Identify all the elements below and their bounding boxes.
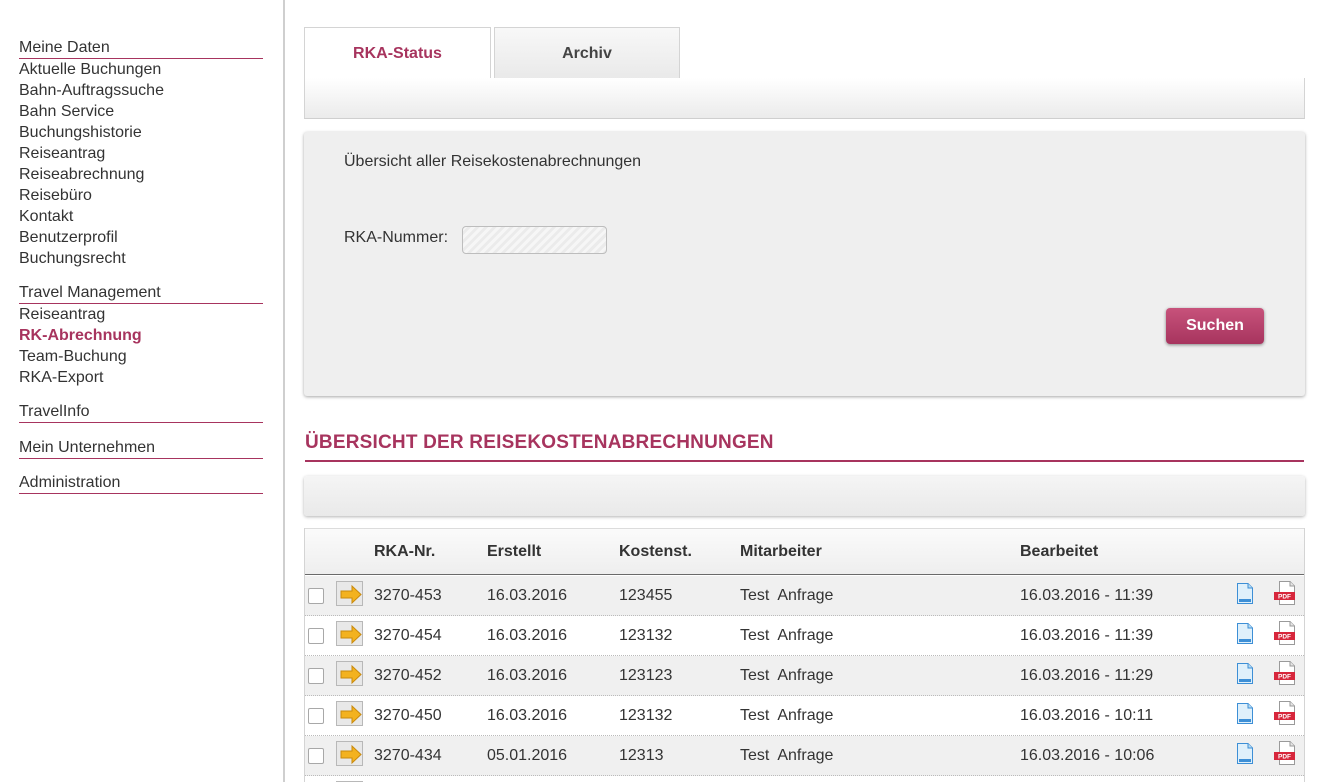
- cell-mitarbeiter: Test Anfrage: [740, 747, 834, 764]
- sidebar-section-mein-unternehmen[interactable]: Mein Unternehmen: [19, 439, 263, 459]
- row-checkbox[interactable]: [308, 748, 324, 764]
- document-icon[interactable]: [1237, 623, 1253, 644]
- cell-erstellt: 16.03.2016: [487, 587, 568, 604]
- pdf-icon[interactable]: PDF: [1273, 661, 1297, 685]
- document-icon[interactable]: [1237, 743, 1253, 764]
- svg-text:PDF: PDF: [1278, 634, 1291, 641]
- sidebar-item-reiseantrag[interactable]: Reiseantrag: [19, 144, 105, 164]
- table-row[interactable]: 3270-453 16.03.2016 123455 Test Anfrage 16.0…: [305, 576, 1304, 616]
- cell-kostenst: 12313: [619, 747, 664, 764]
- tab-rka-status[interactable]: RKA-Status: [304, 27, 491, 79]
- overview-title: ÜBERSICHT DER REISEKOSTENABRECHNUNGEN: [305, 432, 1304, 462]
- cell-rka-nr: 3270-450: [374, 707, 442, 724]
- sidebar-item-benutzerprofil[interactable]: Benutzerprofil: [19, 228, 118, 248]
- arrow-right-icon[interactable]: [336, 661, 363, 686]
- svg-text:PDF: PDF: [1278, 594, 1291, 601]
- sidebar-item-bahn-auftragssuche[interactable]: Bahn-Auftragssuche: [19, 81, 164, 101]
- sidebar-item-buchungshistorie[interactable]: Buchungshistorie: [19, 123, 142, 143]
- row-checkbox[interactable]: [308, 628, 324, 644]
- pdf-icon[interactable]: PDF: [1273, 621, 1297, 645]
- rka-number-label: RKA-Nummer:: [344, 229, 449, 246]
- sidebar-item-tm-reiseantrag[interactable]: Reiseantrag: [19, 305, 105, 325]
- svg-text:PDF: PDF: [1278, 754, 1291, 761]
- sidebar-item-kontakt[interactable]: Kontakt: [19, 207, 73, 227]
- sidebar-section-travel-management[interactable]: Travel Management: [19, 284, 263, 304]
- sidebar-section-travelinfo[interactable]: TravelInfo: [19, 403, 263, 423]
- document-icon[interactable]: [1237, 583, 1253, 604]
- cell-rka-nr: 3270-452: [374, 667, 442, 684]
- row-checkbox[interactable]: [308, 708, 324, 724]
- document-icon[interactable]: [1237, 703, 1253, 724]
- cell-rka-nr: 3270-453: [374, 587, 442, 604]
- search-button[interactable]: Suchen: [1166, 308, 1264, 344]
- search-panel: Übersicht aller Reisekostenabrechnungen …: [304, 132, 1305, 396]
- sidebar-item-rka-export[interactable]: RKA-Export: [19, 368, 103, 388]
- sidebar-item-reiseabrechnung[interactable]: Reiseabrechnung: [19, 165, 144, 185]
- row-checkbox[interactable]: [308, 588, 324, 604]
- cell-mitarbeiter: Test Anfrage: [740, 587, 834, 604]
- arrow-right-icon[interactable]: [336, 581, 363, 606]
- svg-text:PDF: PDF: [1278, 714, 1291, 721]
- cell-kostenst: 123132: [619, 707, 673, 724]
- cell-mitarbeiter: Test Anfrage: [740, 627, 834, 644]
- cell-mitarbeiter: Test Anfrage: [740, 667, 834, 684]
- cell-erstellt: 05.01.2016: [487, 747, 568, 764]
- column-header-kostenst[interactable]: Kostenst.: [619, 543, 692, 561]
- sidebar-item-team-buchung[interactable]: Team-Buchung: [19, 347, 127, 367]
- sidebar-section-meine-daten[interactable]: Meine Daten: [19, 39, 263, 59]
- pdf-icon[interactable]: PDF: [1273, 701, 1297, 725]
- cell-erstellt: 16.03.2016: [487, 667, 568, 684]
- svg-text:PDF: PDF: [1278, 674, 1291, 681]
- cell-erstellt: 16.03.2016: [487, 627, 568, 644]
- cell-rka-nr: 3270-434: [374, 747, 442, 764]
- sidebar-item-rk-abrechnung[interactable]: RK-Abrechnung: [19, 326, 142, 346]
- sidebar-item-aktuelle-buchungen[interactable]: Aktuelle Buchungen: [19, 60, 161, 80]
- column-header-erstellt[interactable]: Erstellt: [487, 543, 541, 561]
- rka-number-input[interactable]: [462, 226, 607, 254]
- table-header: RKA-Nr. Erstellt Kostenst. Mitarbeiter B…: [305, 528, 1304, 575]
- column-header-mitarbeiter[interactable]: Mitarbeiter: [740, 543, 822, 561]
- pdf-icon[interactable]: PDF: [1273, 581, 1297, 605]
- column-header-bearbeitet[interactable]: Bearbeitet: [1020, 543, 1098, 561]
- table-row[interactable]: 3270-452 16.03.2016 123123 Test Anfrage 16.0…: [305, 656, 1304, 696]
- document-icon[interactable]: [1237, 663, 1253, 684]
- arrow-right-icon[interactable]: [336, 741, 363, 766]
- cell-mitarbeiter: Test Anfrage: [740, 707, 834, 724]
- cell-bearbeitet: 16.03.2016 - 10:11: [1020, 707, 1154, 724]
- sidebar-item-bahn-service[interactable]: Bahn Service: [19, 102, 114, 122]
- table-row[interactable]: [305, 776, 1304, 782]
- cell-rka-nr: 3270-454: [374, 627, 442, 644]
- cell-bearbeitet: 16.03.2016 - 11:39: [1020, 587, 1154, 604]
- cell-kostenst: 123455: [619, 587, 673, 604]
- sidebar-item-buchungsrecht[interactable]: Buchungsrecht: [19, 249, 126, 269]
- column-header-rka-nr[interactable]: RKA-Nr.: [374, 543, 435, 561]
- tab-archiv[interactable]: Archiv: [494, 27, 680, 79]
- rka-table: RKA-Nr. Erstellt Kostenst. Mitarbeiter B…: [304, 528, 1305, 782]
- cell-kostenst: 123132: [619, 627, 673, 644]
- filter-bar: [304, 476, 1305, 516]
- cell-erstellt: 16.03.2016: [487, 707, 568, 724]
- table-row[interactable]: 3270-454 16.03.2016 123132 Test Anfrage 16.0…: [305, 616, 1304, 656]
- search-description: Übersicht aller Reisekostenabrechnungen: [344, 153, 642, 170]
- table-row[interactable]: 3270-434 05.01.2016 12313 Test Anfrage 16.03…: [305, 736, 1304, 776]
- arrow-right-icon[interactable]: [336, 621, 363, 646]
- cell-bearbeitet: 16.03.2016 - 10:06: [1020, 747, 1155, 764]
- cell-kostenst: 123123: [619, 667, 673, 684]
- table-row[interactable]: 3270-450 16.03.2016 123132 Test Anfrage 16.0…: [305, 696, 1304, 736]
- sidebar-nav: Meine Daten Aktuelle Buchungen Bahn-Auft…: [0, 0, 285, 782]
- arrow-right-icon[interactable]: [336, 701, 363, 726]
- sidebar-item-reisebuero[interactable]: Reisebüro: [19, 186, 92, 206]
- cell-bearbeitet: 16.03.2016 - 11:39: [1020, 627, 1154, 644]
- pdf-icon[interactable]: PDF: [1273, 741, 1297, 765]
- sidebar-section-administration[interactable]: Administration: [19, 474, 263, 494]
- tab-toolbar: [304, 78, 1305, 119]
- cell-bearbeitet: 16.03.2016 - 11:29: [1020, 667, 1154, 684]
- row-checkbox[interactable]: [308, 668, 324, 684]
